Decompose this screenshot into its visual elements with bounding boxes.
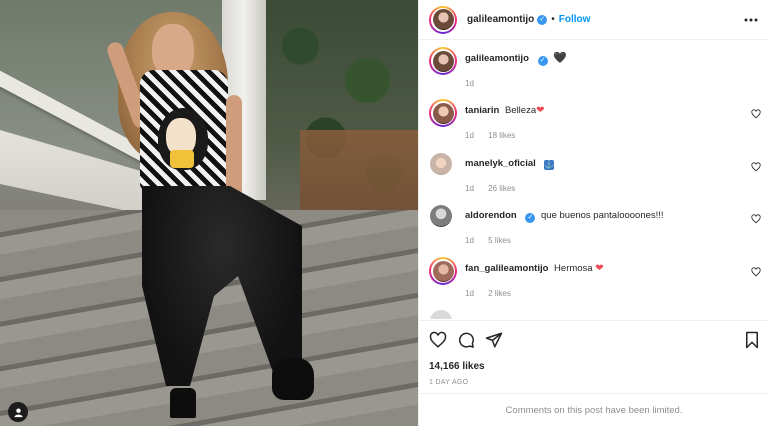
user-tag-icon[interactable] (8, 402, 28, 422)
comment-text: Belleza (504, 105, 537, 116)
red-heart-emoji: ❤ (595, 263, 604, 274)
comment-time: 1d (465, 131, 474, 140)
red-heart-emoji: ❤ (536, 105, 545, 116)
comment-item-partial (419, 303, 768, 319)
comment-text: Hermosa (554, 263, 593, 274)
comment-item: aldorendon ✓ que buenos pantaloooones!!!… (419, 198, 768, 250)
comment-like-heart-icon[interactable] (751, 267, 761, 277)
post-side-panel: galileamontijo ✓ • Follow galileamontijo… (418, 0, 768, 426)
verified-badge-icon: ✓ (525, 213, 536, 223)
comment-time: 1d (465, 184, 474, 193)
caption-meta: 1d (465, 79, 474, 88)
post-photo[interactable] (0, 0, 418, 426)
left-platform-shoe (170, 388, 196, 418)
caption-username[interactable]: galileamontijo (465, 53, 529, 64)
comment-item: taniarin Belleza❤ 1d 18 likes (419, 93, 768, 145)
post-header: galileamontijo ✓ • Follow (419, 0, 768, 40)
comment-avatar[interactable] (429, 204, 453, 228)
anchor-emoji: ⚓ (544, 160, 555, 170)
cartoon-shirt (170, 150, 194, 168)
comment-icon[interactable] (457, 331, 475, 349)
post-date: 1 DAY AGO (429, 379, 469, 386)
comments-limited-notice: Comments on this post have been limited. (419, 393, 768, 426)
comment-text: que buenos pantaloooones!!! (541, 210, 664, 221)
post-actions: 14,166 likes 1 DAY AGO Comments on this … (419, 320, 768, 426)
verified-badge-icon: ✓ (537, 14, 548, 25)
comment-like-heart-icon[interactable] (751, 214, 761, 224)
caption-time: 1d (465, 79, 474, 88)
heart-icon[interactable] (429, 331, 447, 349)
follow-button[interactable]: Follow (559, 14, 591, 25)
author-username[interactable]: galileamontijo (467, 14, 534, 25)
comment-likes[interactable]: 26 likes (488, 184, 515, 193)
comment-like-heart-icon[interactable] (751, 109, 761, 119)
comment-like-heart-icon[interactable] (751, 162, 761, 172)
more-options-icon[interactable] (743, 12, 759, 28)
comment-avatar[interactable] (429, 99, 457, 127)
comment-item: fan_galileamontijo Hermosa ❤ 1d 2 likes (419, 251, 768, 303)
comment-avatar[interactable] (429, 257, 457, 285)
separator-dot: • (551, 14, 555, 25)
author-avatar[interactable] (429, 5, 457, 34)
comments-list[interactable]: galileamontijo ✓ 🖤 1d taniarin Belleza❤ … (419, 41, 768, 319)
send-icon[interactable] (485, 331, 503, 349)
comment-username[interactable]: fan_galileamontijo (465, 263, 548, 274)
comment-item: manelyk_oficial ⚓ 1d 26 likes (419, 146, 768, 198)
comment-username[interactable]: manelyk_oficial (465, 158, 536, 169)
comment-likes[interactable]: 5 likes (488, 236, 511, 245)
black-heart-emoji: 🖤 (553, 52, 567, 64)
comment-username[interactable]: aldorendon (465, 210, 517, 221)
bookmark-icon[interactable] (743, 331, 761, 349)
right-platform-shoe (272, 358, 314, 400)
verified-badge-icon: ✓ (537, 56, 548, 66)
likes-count[interactable]: 14,166 likes (429, 361, 485, 372)
comment-avatar[interactable] (429, 309, 453, 319)
comment-time: 1d (465, 289, 474, 298)
comment-username[interactable]: taniarin (465, 105, 499, 116)
comment-likes[interactable]: 2 likes (488, 289, 511, 298)
comment-avatar[interactable] (429, 152, 453, 176)
caption: galileamontijo ✓ 🖤 1d (419, 41, 768, 93)
comment-time: 1d (465, 236, 474, 245)
caption-avatar[interactable] (429, 47, 457, 75)
comment-likes[interactable]: 18 likes (488, 131, 515, 140)
